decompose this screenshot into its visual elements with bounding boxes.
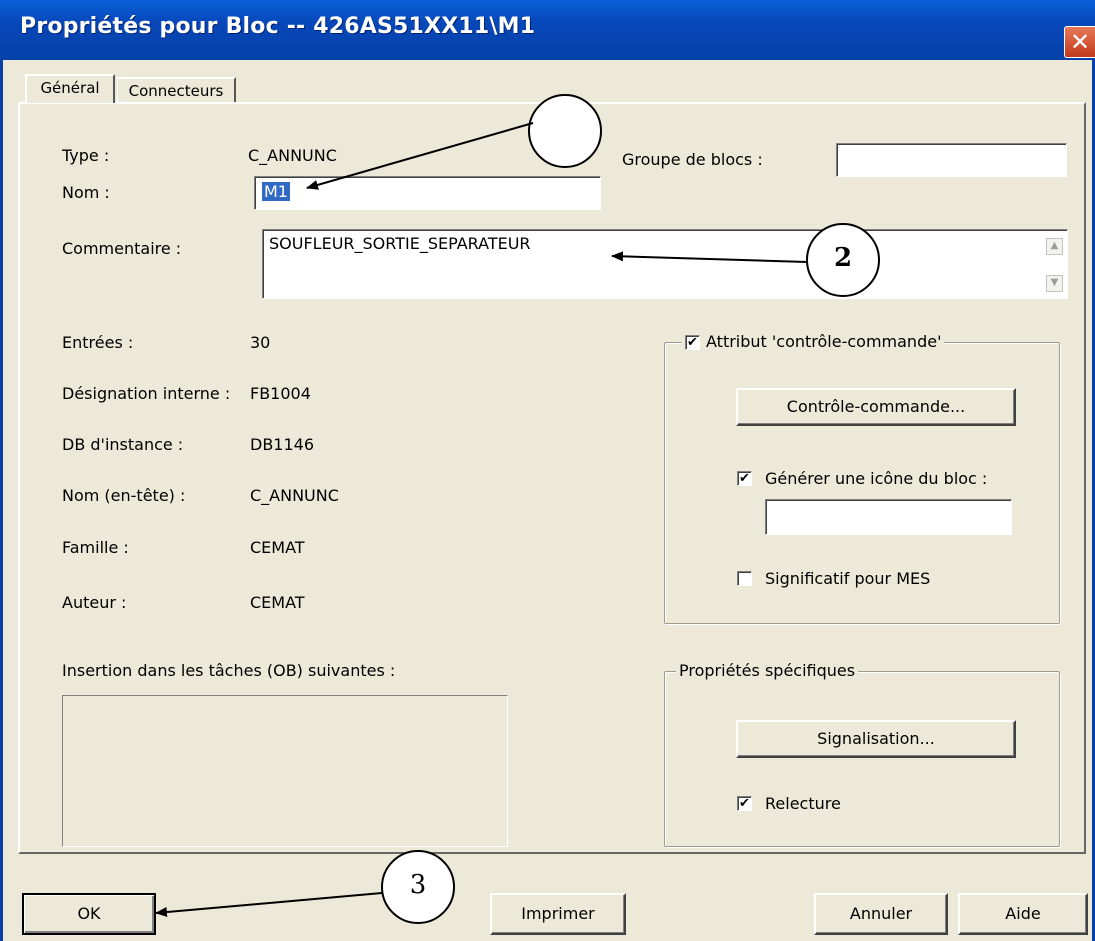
tab-general[interactable]: Général [25, 74, 115, 103]
attribut-cc-label: Attribut 'contrôle-commande' [706, 332, 942, 351]
scroll-up-icon[interactable]: ▲ [1046, 238, 1063, 255]
cancel-button[interactable]: Annuler [814, 893, 948, 935]
ok-button[interactable]: OK [22, 893, 156, 935]
generer-icone-label: Générer une icône du bloc : [765, 469, 988, 488]
insertion-label: Insertion dans les tâches (OB) suivantes… [62, 661, 396, 680]
famille-label: Famille : [62, 538, 129, 557]
db-instance-label: DB d'instance : [62, 435, 184, 454]
proprietes-specifiques-legend: Propriétés spécifiques [676, 661, 859, 680]
generer-icone-checkbox[interactable]: ✔ [737, 471, 752, 486]
mes-label: Significatif pour MES [765, 569, 931, 588]
callout-3-arrow [155, 892, 383, 918]
mes-checkbox[interactable] [737, 571, 752, 586]
ob-list[interactable] [62, 695, 508, 847]
print-button[interactable]: Imprimer [490, 893, 626, 935]
proprietes-specifiques-group [664, 671, 1060, 847]
entrees-value: 30 [250, 333, 271, 352]
type-label: Type : [62, 146, 110, 165]
controle-commande-legend: ✔ Attribut 'contrôle-commande' [682, 332, 945, 351]
callout-3-label: 3 [409, 870, 427, 900]
commentaire-field[interactable]: SOUFLEUR_SORTIE_SEPARATEUR ▲ ▼ [262, 229, 1068, 299]
controle-commande-button[interactable]: Contrôle-commande... [736, 388, 1016, 426]
auteur-value: CEMAT [250, 593, 305, 612]
groupe-blocs-label: Groupe de blocs : [622, 150, 763, 169]
callout-2-label: 2 [833, 243, 853, 273]
window-frame-left [0, 60, 3, 941]
db-instance-value: DB1146 [250, 435, 315, 454]
commentaire-label: Commentaire : [62, 239, 182, 258]
scroll-down-icon[interactable]: ▼ [1046, 275, 1063, 292]
help-button[interactable]: Aide [958, 893, 1088, 935]
commentaire-value: SOUFLEUR_SORTIE_SEPARATEUR [269, 234, 531, 253]
designation-value: FB1004 [250, 384, 311, 403]
nom-selected-text: M1 [262, 182, 290, 201]
close-button[interactable]: ✕ [1064, 26, 1095, 58]
nom-entete-value: C_ANNUNC [250, 486, 339, 505]
nom-field[interactable]: M1 [254, 176, 601, 210]
nom-label: Nom : [62, 183, 110, 202]
nom-entete-label: Nom (en-tête) : [62, 486, 186, 505]
famille-value: CEMAT [250, 538, 305, 557]
entrees-label: Entrées : [62, 333, 134, 352]
type-value: C_ANNUNC [248, 146, 337, 165]
attribut-cc-checkbox[interactable]: ✔ [685, 335, 700, 350]
window-title: Propriétés pour Bloc -- 426AS51XX11\M1 [20, 14, 536, 39]
auteur-label: Auteur : [62, 593, 127, 612]
close-icon: ✕ [1069, 28, 1091, 56]
signalisation-button[interactable]: Signalisation... [736, 720, 1016, 758]
relecture-checkbox[interactable]: ✔ [737, 796, 752, 811]
icone-field[interactable] [765, 499, 1012, 535]
relecture-label: Relecture [765, 794, 841, 813]
tab-connecteurs[interactable]: Connecteurs [117, 77, 236, 103]
designation-label: Désignation interne : [62, 384, 231, 403]
groupe-blocs-field[interactable] [836, 143, 1067, 177]
